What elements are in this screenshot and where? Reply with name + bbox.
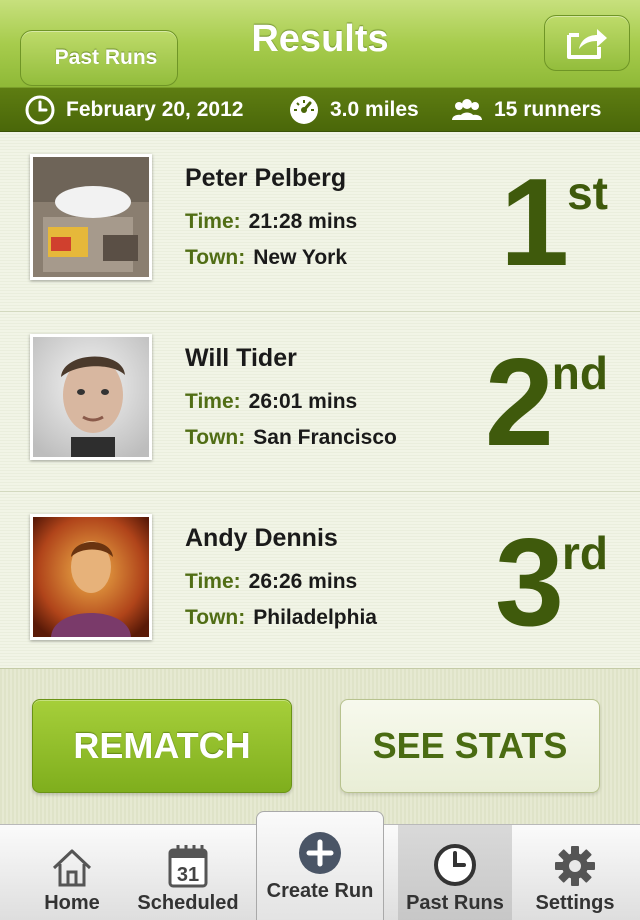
results-list: Peter Pelberg Time: 21:28 mins Town: New Y… [0,132,640,672]
tab-create-run[interactable]: Create Run [256,811,384,920]
see-stats-button[interactable]: SEE STATS [340,699,600,793]
run-runners-text: 15 runners [494,98,602,121]
place-rank: 2nd [484,334,608,472]
tab-settings-label: Settings [535,892,615,914]
tab-scheduled[interactable]: 31 Scheduled [130,825,246,920]
clock-icon [25,95,55,125]
time-value: 21:28 mins [248,210,358,233]
runners-icon [452,99,482,120]
runner-town: Town: San Francisco [185,426,397,450]
time-label: Time: [185,210,241,233]
avatar [30,154,152,280]
runner-time: Time: 26:01 mins [185,390,357,414]
speedometer-icon [290,96,318,124]
gear-icon [555,846,595,886]
clock-icon [434,844,476,886]
run-date-text: February 20, 2012 [66,98,244,121]
runner-photo [33,517,149,637]
action-area: REMATCH SEE STATS [0,668,640,824]
town-label: Town: [185,246,246,269]
time-value: 26:26 mins [248,570,358,593]
runner-town: Town: Philadelphia [185,606,377,630]
share-icon [567,29,607,59]
tab-settings[interactable]: Settings [516,825,634,920]
place-number: 2 [484,334,554,472]
time-label: Time: [185,390,241,413]
runner-name: Andy Dennis [185,524,338,552]
time-value: 26:01 mins [248,390,358,413]
avatar [30,334,152,460]
runner-name: Peter Pelberg [185,164,347,192]
result-row[interactable]: Will Tider Time: 26:01 mins Town: San Fran… [0,312,640,492]
place-rank: 1st [500,154,608,292]
town-value: New York [253,246,348,269]
runner-photo [33,157,149,277]
run-date: February 20, 2012 [24,88,243,132]
plus-circle-icon [299,832,341,874]
place-number: 1 [500,154,569,292]
place-number: 3 [495,514,564,652]
run-info-bar: February 20, 2012 3.0 miles 15 runners [0,88,640,132]
tab-past-runs-label: Past Runs [406,892,504,914]
town-label: Town: [185,606,246,629]
result-row[interactable]: Peter Pelberg Time: 21:28 mins Town: New Y… [0,132,640,312]
tab-create-run-label: Create Run [266,880,374,902]
time-label: Time: [185,570,241,593]
run-distance: 3.0 miles [288,88,419,132]
place-rank: 3rd [495,514,608,652]
tab-home[interactable]: Home [14,825,130,920]
place-suffix: st [567,167,608,219]
tab-bar: Home 31 Scheduled Create Run Past Runs S… [0,811,640,920]
tab-past-runs[interactable]: Past Runs [398,825,512,920]
runner-photo [33,337,149,457]
rematch-button[interactable]: REMATCH [32,699,292,793]
town-value: San Francisco [253,426,397,449]
runner-time: Time: 26:26 mins [185,570,357,594]
runner-time: Time: 21:28 mins [185,210,357,234]
place-suffix: nd [551,347,608,399]
calendar-icon: 31 [168,845,208,888]
home-icon [52,849,92,887]
calendar-day: 31 [177,864,199,886]
runner-name: Will Tider [185,344,297,372]
runner-town: Town: New York [185,246,347,270]
result-row[interactable]: Andy Dennis Time: 26:26 mins Town: Philade… [0,492,640,672]
town-value: Philadelphia [253,606,377,629]
nav-bar: Past Runs Results [0,0,640,88]
tab-home-label: Home [44,892,100,914]
town-label: Town: [185,426,246,449]
place-suffix: rd [562,527,608,579]
avatar [30,514,152,640]
run-distance-text: 3.0 miles [330,98,419,121]
tab-scheduled-label: Scheduled [137,892,239,914]
run-runners: 15 runners [450,88,601,132]
share-button[interactable] [544,15,630,71]
